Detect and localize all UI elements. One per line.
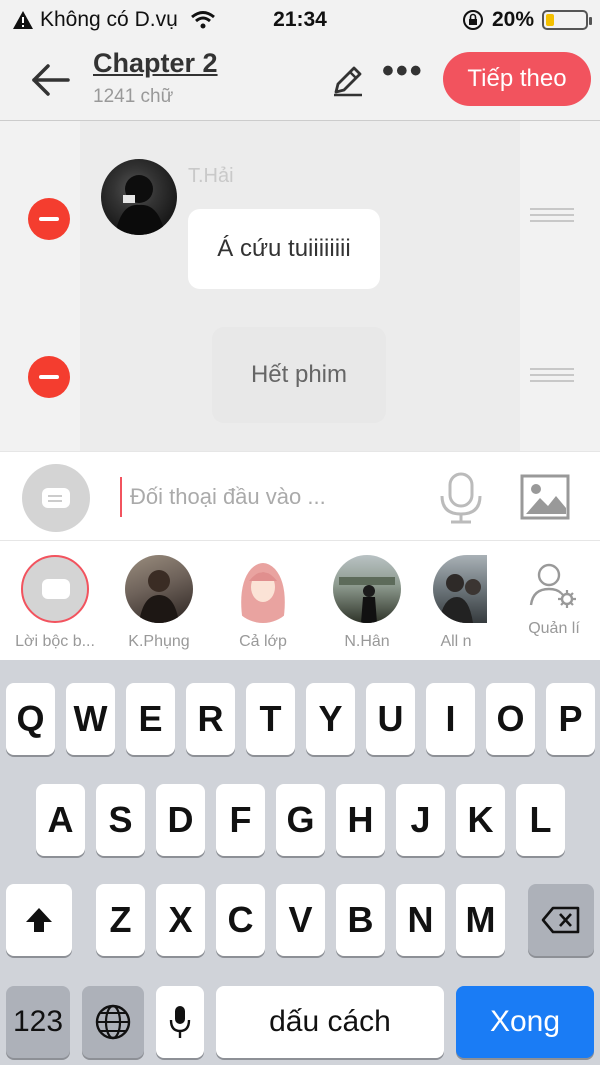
key-c[interactable]: C — [216, 884, 265, 956]
key-m[interactable]: M — [456, 884, 505, 956]
key-n[interactable]: N — [396, 884, 445, 956]
key-x[interactable]: X — [156, 884, 205, 956]
message-type-button[interactable] — [22, 464, 90, 532]
key-e[interactable]: E — [126, 683, 175, 755]
shift-key[interactable] — [6, 884, 72, 956]
key-g[interactable]: G — [276, 784, 325, 856]
done-key[interactable]: Xong — [456, 986, 594, 1058]
avatar-photo — [139, 570, 179, 623]
character-picker: Lời bộc b... K.Phụng Cả lớp N.Hân All n … — [0, 541, 600, 660]
battery-percent: 20% — [491, 8, 534, 31]
edit-pencil-icon[interactable] — [330, 62, 366, 98]
key-r[interactable]: R — [186, 683, 235, 755]
key-u[interactable]: U — [366, 683, 415, 755]
key-h[interactable]: H — [336, 784, 385, 856]
battery-icon — [542, 10, 592, 30]
delete-message-button[interactable] — [28, 356, 70, 398]
globe-icon — [95, 1004, 131, 1040]
speaker-name: T.Hải — [188, 165, 234, 187]
avatar — [333, 555, 401, 623]
character-n-han[interactable]: N.Hân — [317, 555, 417, 651]
key-w[interactable]: W — [66, 683, 115, 755]
avatar-photo — [439, 574, 481, 623]
key-z[interactable]: Z — [96, 884, 145, 956]
drag-handle[interactable] — [530, 368, 574, 384]
back-arrow-icon[interactable] — [30, 60, 72, 100]
character-name: Lời bộc b... — [15, 633, 95, 650]
avatar-photo — [115, 175, 165, 235]
key-q[interactable]: Q — [6, 683, 55, 755]
battery-fill — [546, 14, 554, 26]
character-k-phung[interactable]: K.Phụng — [109, 555, 209, 651]
dialogue-input[interactable]: Đối thoại đầu vào ... — [130, 474, 420, 520]
key-l[interactable]: L — [516, 784, 565, 856]
key-v[interactable]: V — [276, 884, 325, 956]
more-options-button[interactable]: ••• — [382, 54, 428, 94]
manage-label: Quản lí — [528, 620, 580, 637]
composer: Đối thoại đầu vào ... — [0, 451, 600, 541]
image-icon[interactable] — [520, 474, 570, 520]
key-s[interactable]: S — [96, 784, 145, 856]
word-count: 1241 chữ — [93, 86, 174, 107]
key-o[interactable]: O — [486, 683, 535, 755]
character-name: Cả lớp — [239, 633, 287, 650]
status-bar: Không có D.vụ 21:34 20% — [0, 0, 600, 40]
character-narrator[interactable]: Lời bộc b... — [5, 555, 105, 651]
key-k[interactable]: K — [456, 784, 505, 856]
space-key[interactable]: dấu cách — [216, 986, 444, 1058]
key-t[interactable]: T — [246, 683, 295, 755]
key-f[interactable]: F — [216, 784, 265, 856]
backspace-icon — [541, 906, 580, 934]
chapter-header: Chapter 2 1241 chữ ••• Tiếp theo — [0, 40, 600, 121]
character-name: All n — [440, 633, 472, 650]
narration-bubble[interactable]: Hết phim — [212, 327, 386, 423]
dictation-key[interactable] — [156, 986, 204, 1058]
next-button[interactable]: Tiếp theo — [443, 52, 591, 106]
avatar — [101, 159, 177, 235]
microphone-icon — [169, 1006, 191, 1038]
backspace-key[interactable] — [528, 884, 594, 956]
chapter-title[interactable]: Chapter 2 — [93, 48, 218, 79]
character-name: N.Hân — [344, 633, 390, 650]
avatar — [229, 555, 297, 623]
key-a[interactable]: A — [36, 784, 85, 856]
shift-icon — [26, 908, 52, 932]
microphone-icon[interactable] — [438, 472, 484, 524]
manage-characters-button[interactable]: Quản lí — [516, 561, 592, 638]
user-settings-icon — [529, 563, 576, 608]
avatar-photo — [241, 563, 285, 623]
drag-handle[interactable] — [530, 208, 574, 224]
keyboard: Q W E R T Y U I O P A S D F G H J K L Z … — [0, 660, 600, 1065]
dialogue-list: T.Hải Á cứu tuiiiiiiii Hết phim — [0, 121, 600, 451]
narrator-avatar — [21, 555, 89, 623]
text-caret — [120, 477, 122, 517]
character-all[interactable]: All n — [421, 555, 491, 651]
key-p[interactable]: P — [546, 683, 595, 755]
key-y[interactable]: Y — [306, 683, 355, 755]
numbers-key[interactable]: 123 — [6, 986, 70, 1058]
key-j[interactable]: J — [396, 784, 445, 856]
dialogue-bubble[interactable]: Á cứu tuiiiiiiii — [188, 209, 380, 289]
avatar — [433, 555, 487, 623]
globe-key[interactable] — [82, 986, 144, 1058]
key-i[interactable]: I — [426, 683, 475, 755]
key-b[interactable]: B — [336, 884, 385, 956]
avatar-photo — [339, 577, 395, 623]
status-right: 20% — [462, 8, 592, 32]
key-d[interactable]: D — [156, 784, 205, 856]
avatar — [125, 555, 193, 623]
delete-message-button[interactable] — [28, 198, 70, 240]
character-ca-lop[interactable]: Cả lớp — [213, 555, 313, 651]
rotation-lock-icon — [462, 10, 483, 30]
character-name: K.Phụng — [128, 633, 190, 650]
